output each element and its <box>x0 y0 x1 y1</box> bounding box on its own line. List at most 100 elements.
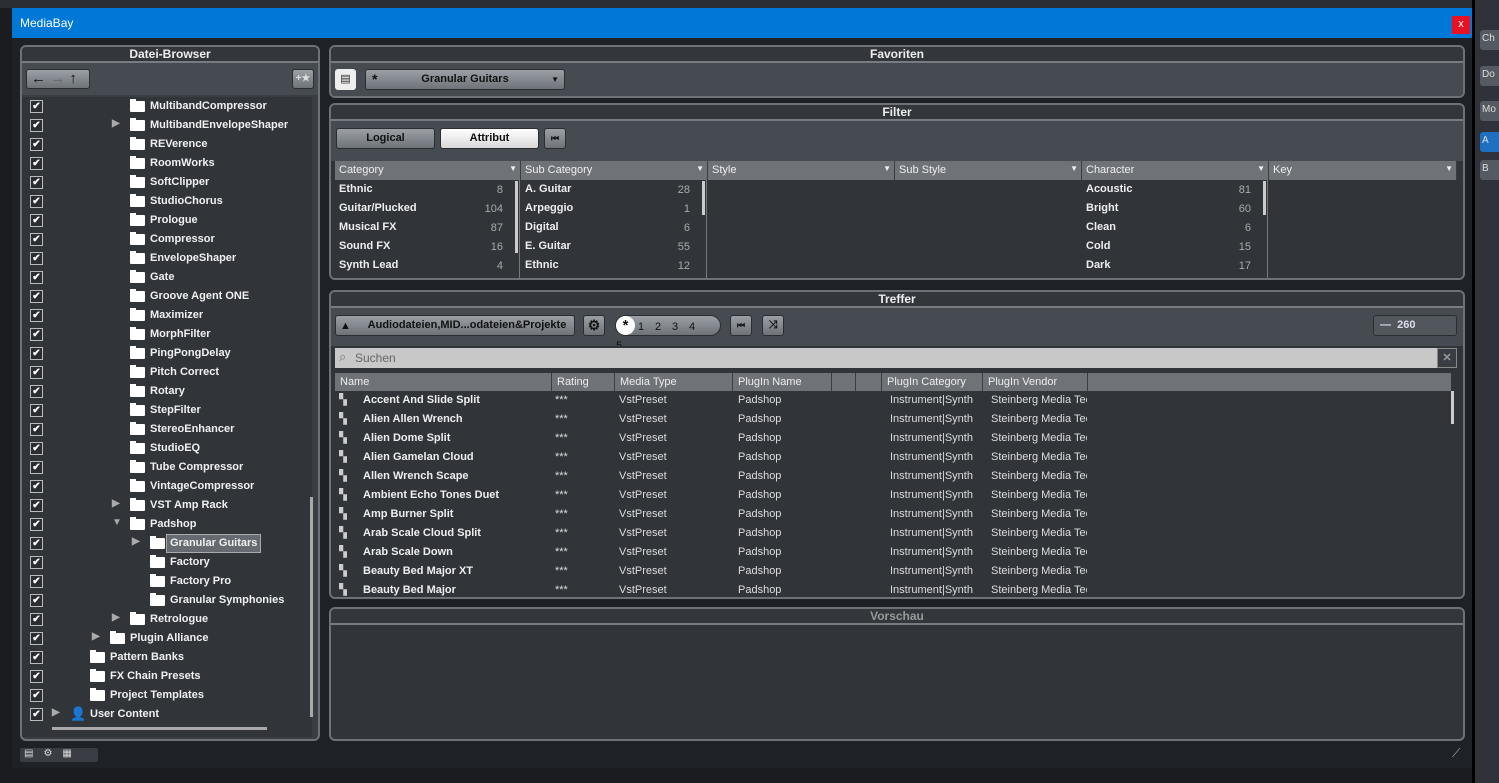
filter-column-header-2[interactable]: Style ▼ <box>708 161 895 180</box>
checkbox[interactable]: ✔ <box>30 138 43 151</box>
column-header[interactable]: PlugIn Vendor <box>983 373 1088 391</box>
side-button[interactable]: Ch <box>1480 30 1499 50</box>
table-row[interactable]: ▚ Allen Wrench Scape *** VstPreset Padshop In… <box>335 467 1451 486</box>
column-header[interactable] <box>832 373 856 391</box>
tree-item[interactable]: ✔ SoftClipper <box>22 173 312 192</box>
shuffle-icon[interactable]: ⤨ <box>762 315 784 336</box>
side-button[interactable]: B <box>1480 160 1499 180</box>
checkbox[interactable]: ✔ <box>30 537 43 550</box>
checkbox[interactable]: ✔ <box>30 347 43 360</box>
attribut-tab[interactable]: Attribut <box>440 128 539 149</box>
checkbox[interactable]: ✔ <box>30 157 43 170</box>
tree-item[interactable]: ✔ Compressor <box>22 230 312 249</box>
favorites-dropdown[interactable]: * Granular Guitars ▼ <box>365 69 565 90</box>
tree-item[interactable]: ✔ MorphFilter <box>22 325 312 344</box>
checkbox[interactable]: ✔ <box>30 499 43 512</box>
column-header[interactable]: Rating <box>552 373 615 391</box>
checkbox[interactable]: ✔ <box>30 385 43 398</box>
resize-grip-icon[interactable]: ⟋ <box>1452 746 1460 761</box>
tree-item[interactable]: ✔ Maximizer <box>22 306 312 325</box>
back-button[interactable]: ← <box>31 70 46 87</box>
filter-item[interactable]: Cold 15 <box>1086 240 1253 259</box>
checkbox[interactable]: ✔ <box>30 556 43 569</box>
filter-item[interactable]: Ethnic 12 <box>525 259 692 278</box>
tree-item[interactable]: ✔ StudioEQ <box>22 439 312 458</box>
table-row[interactable]: ▚ Beauty Bed Major XT *** VstPreset Padshop I… <box>335 562 1451 581</box>
side-button[interactable]: Do <box>1480 66 1499 86</box>
filter-item[interactable]: E. Guitar 55 <box>525 240 692 259</box>
tree-item[interactable]: ✔ StepFilter <box>22 401 312 420</box>
tree-item[interactable]: ✔ Groove Agent ONE <box>22 287 312 306</box>
checkbox[interactable]: ✔ <box>30 100 43 113</box>
search-input[interactable]: ⌕ Suchen <box>335 348 1437 368</box>
tree-scrollbar[interactable] <box>310 497 313 717</box>
filter-item[interactable]: Digital 6 <box>525 221 692 240</box>
filter-item[interactable]: Musical FX 87 <box>339 221 505 240</box>
checkbox[interactable]: ✔ <box>30 214 43 227</box>
checkbox[interactable]: ✔ <box>30 575 43 588</box>
gear-icon[interactable]: ⚙ <box>583 315 605 336</box>
tree-item[interactable]: ✔ Granular Symphonies <box>22 591 312 610</box>
checkbox[interactable]: ✔ <box>30 632 43 645</box>
tree-item[interactable]: ✔ StudioChorus <box>22 192 312 211</box>
filter-column-header-0[interactable]: Category ▼ <box>335 161 521 180</box>
chevron-down-icon[interactable]: ▼ <box>883 164 891 173</box>
tree-item[interactable]: ✔ RoomWorks <box>22 154 312 173</box>
checkbox[interactable]: ✔ <box>30 480 43 493</box>
tree-item[interactable]: ✔ Factory <box>22 553 312 572</box>
tree-item[interactable]: ✔ ▶ 👤 User Content <box>22 705 312 724</box>
reset-results-button[interactable]: ⏮ <box>730 315 752 336</box>
tree-item[interactable]: ✔ REVerence <box>22 135 312 154</box>
filter-column-header-4[interactable]: Character ▼ <box>1082 161 1269 180</box>
tree-item[interactable]: ✔ Gate <box>22 268 312 287</box>
tree-item[interactable]: ✔ Pitch Correct <box>22 363 312 382</box>
expand-arrow-icon[interactable]: ▶ <box>52 707 60 718</box>
tree-item[interactable]: ✔ Tube Compressor <box>22 458 312 477</box>
grid-icon[interactable]: ▦ <box>62 748 81 759</box>
layout-icon[interactable]: ▤ <box>24 748 43 759</box>
logical-tab[interactable]: Logical <box>336 128 435 149</box>
checkbox[interactable]: ✔ <box>30 670 43 683</box>
checkbox[interactable]: ✔ <box>30 613 43 626</box>
table-row[interactable]: ▚ Arab Scale Cloud Split *** VstPreset Padsh… <box>335 524 1451 543</box>
tree-item[interactable]: ✔ VintageCompressor <box>22 477 312 496</box>
expanded-arrow-icon[interactable]: ▼ <box>112 517 122 528</box>
table-row[interactable]: ▚ Accent And Slide Split *** VstPreset Padsh… <box>335 391 1451 410</box>
add-favorite-button[interactable]: +★ <box>292 69 314 89</box>
rating-4[interactable]: 4 <box>689 318 706 337</box>
table-row[interactable]: ▚ Beauty Bed Major *** VstPreset Padshop Inst… <box>335 581 1451 597</box>
checkbox[interactable]: ✔ <box>30 442 43 455</box>
checkbox[interactable]: ✔ <box>30 423 43 436</box>
reset-filter-button[interactable]: ⏮ <box>544 128 566 149</box>
table-row[interactable]: ▚ Alien Gamelan Cloud *** VstPreset Padshop I… <box>335 448 1451 467</box>
close-button[interactable]: x <box>1452 16 1470 34</box>
tree-item[interactable]: ✔ Pattern Banks <box>22 648 312 667</box>
checkbox[interactable]: ✔ <box>30 708 43 721</box>
filter-item[interactable]: Guitar/Plucked 104 <box>339 202 505 221</box>
filter-item[interactable]: Arpeggio 1 <box>525 202 692 221</box>
checkbox[interactable]: ✔ <box>30 366 43 379</box>
table-row[interactable]: ▚ Alien Dome Split *** VstPreset Padshop Inst… <box>335 429 1451 448</box>
tree-item[interactable]: ✔ FX Chain Presets <box>22 667 312 686</box>
table-row[interactable]: ▚ Amp Burner Split *** VstPreset Padshop Inst… <box>335 505 1451 524</box>
filter-scrollbar[interactable] <box>1263 181 1266 215</box>
expand-arrow-icon[interactable]: ▶ <box>112 612 120 623</box>
side-button[interactable]: Mo <box>1480 101 1499 121</box>
checkbox[interactable]: ✔ <box>30 461 43 474</box>
column-header[interactable]: Name <box>335 373 552 391</box>
filter-item[interactable]: Bright 60 <box>1086 202 1253 221</box>
column-header[interactable] <box>856 373 882 391</box>
expand-arrow-icon[interactable]: ▶ <box>92 631 100 642</box>
tree-item[interactable]: ✔ Prologue <box>22 211 312 230</box>
favorites-folder-icon[interactable]: ▤ <box>335 69 356 90</box>
checkbox[interactable]: ✔ <box>30 119 43 132</box>
tree-item[interactable]: ✔ ▶ Retrologue <box>22 610 312 629</box>
rating-filter[interactable]: *12345 <box>615 315 721 352</box>
tree-item[interactable]: ✔ PingPongDelay <box>22 344 312 363</box>
tree-item[interactable]: ✔ EnvelopeShaper <box>22 249 312 268</box>
checkbox[interactable]: ✔ <box>30 176 43 189</box>
checkbox[interactable]: ✔ <box>30 328 43 341</box>
rating-1[interactable]: 1 <box>638 318 655 337</box>
media-type-filter[interactable]: ▲ Audiodateien,MID...odateien&Projekte <box>335 315 575 336</box>
tree-item[interactable]: ✔ ▶ Granular Guitars <box>22 534 312 553</box>
